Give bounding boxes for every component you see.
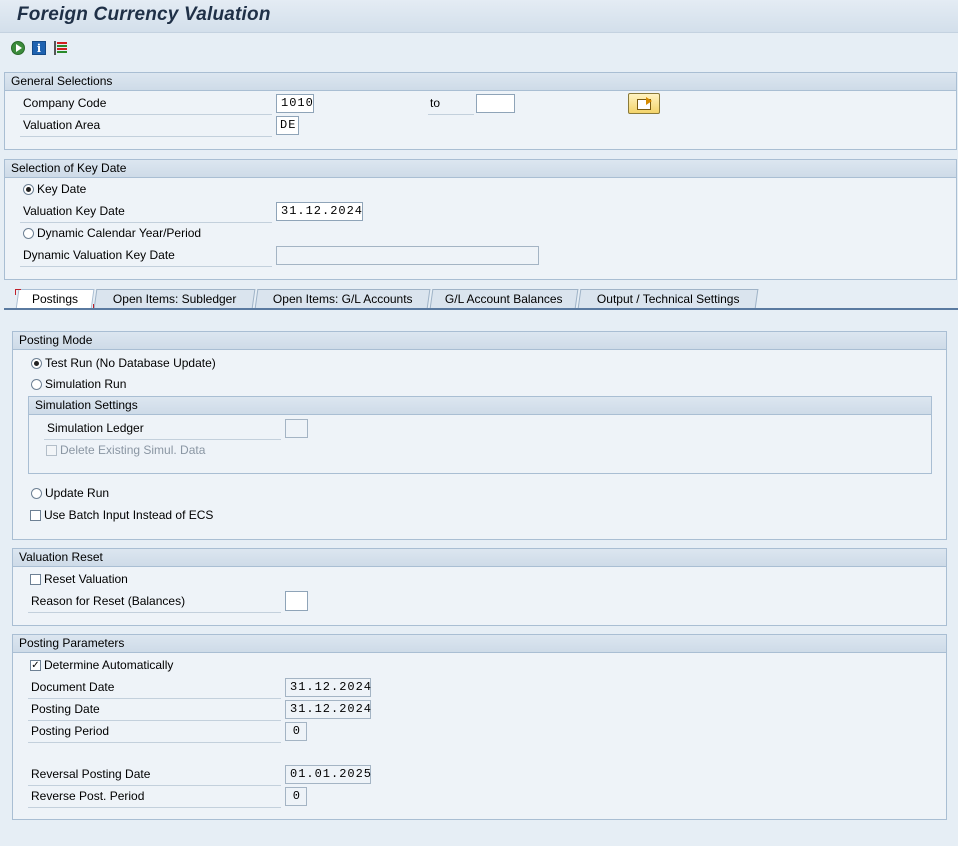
- reversal-posting-date-underline: [28, 785, 281, 786]
- tab-output-technical-settings[interactable]: Output / Technical Settings: [577, 289, 759, 309]
- delete-existing-checkbox: [46, 445, 57, 456]
- determine-automatically-checkbox[interactable]: ✓: [30, 660, 41, 671]
- tab-open-items-subledger-label: Open Items: Subledger: [112, 292, 237, 306]
- tab-postings[interactable]: Postings: [15, 289, 95, 310]
- simulation-ledger-label: Simulation Ledger: [47, 421, 144, 435]
- company-code-to-input[interactable]: [476, 94, 515, 113]
- document-date-label: Document Date: [31, 680, 115, 694]
- dynamic-key-date-underline: [20, 266, 272, 267]
- reverse-post-period-underline: [28, 807, 281, 808]
- tab-gl-account-balances-label: G/L Account Balances: [445, 292, 563, 306]
- info-icon[interactable]: i: [32, 41, 46, 55]
- reverse-post-period-input: 0: [285, 787, 307, 806]
- dynamic-key-date-input: [276, 246, 539, 265]
- title-bar: Foreign Currency Valuation: [0, 0, 958, 33]
- simulation-settings-header: Simulation Settings: [29, 397, 931, 415]
- valuation-key-date-label: Valuation Key Date: [23, 204, 125, 218]
- key-date-radio-label: Key Date: [37, 182, 87, 196]
- company-code-underline: [20, 114, 272, 115]
- posting-period-label: Posting Period: [31, 724, 110, 738]
- simulation-run-radio[interactable]: [31, 379, 42, 390]
- company-code-label: Company Code: [23, 96, 107, 110]
- update-run-label: Update Run: [45, 486, 110, 500]
- tab-open-items-gl-accounts[interactable]: Open Items: G/L Accounts: [254, 289, 431, 309]
- reversal-posting-date-label: Reversal Posting Date: [31, 767, 151, 781]
- to-label: to: [430, 96, 441, 110]
- posting-period-underline: [28, 742, 281, 743]
- multiple-selection-button[interactable]: [628, 93, 660, 114]
- tab-open-items-subledger[interactable]: Open Items: Subledger: [93, 289, 256, 309]
- simulation-ledger-underline: [44, 439, 281, 440]
- simulation-ledger-input: [285, 419, 308, 438]
- tab-gl-account-balances[interactable]: G/L Account Balances: [429, 289, 579, 309]
- variant-icon[interactable]: [54, 41, 68, 55]
- dynamic-calendar-radio-label: Dynamic Calendar Year/Period: [37, 226, 202, 240]
- key-date-header: Selection of Key Date: [5, 160, 956, 178]
- valuation-key-date-input[interactable]: 31.12.2024: [276, 202, 363, 221]
- batch-input-label: Use Batch Input Instead of ECS: [44, 508, 214, 522]
- page-title: Foreign Currency Valuation: [17, 4, 271, 25]
- test-run-label: Test Run (No Database Update): [45, 356, 216, 370]
- tab-postings-label: Postings: [31, 292, 79, 306]
- reset-valuation-checkbox[interactable]: [30, 574, 41, 585]
- valuation-reset-header: Valuation Reset: [13, 549, 946, 567]
- posting-date-label: Posting Date: [31, 702, 100, 716]
- key-date-radio[interactable]: [23, 184, 34, 195]
- tab-strip: Postings Open Items: Subledger Open Item…: [0, 289, 958, 310]
- tab-focus-corner-tl: [15, 289, 21, 295]
- posting-parameters-header: Posting Parameters: [13, 635, 946, 653]
- tab-open-items-gl-accounts-label: Open Items: G/L Accounts: [272, 292, 413, 306]
- dynamic-key-date-label: Dynamic Valuation Key Date: [23, 248, 175, 262]
- tab-output-technical-settings-label: Output / Technical Settings: [596, 292, 740, 306]
- reason-for-reset-underline: [28, 612, 281, 613]
- valuation-area-label: Valuation Area: [23, 118, 101, 132]
- reason-for-reset-label: Reason for Reset (Balances): [31, 594, 186, 608]
- reason-for-reset-input[interactable]: [285, 591, 308, 611]
- batch-input-checkbox[interactable]: [30, 510, 41, 521]
- simulation-settings-group: Simulation Settings: [28, 396, 932, 474]
- to-underline: [428, 114, 474, 115]
- document-date-underline: [28, 698, 281, 699]
- company-code-from-input[interactable]: 1010: [276, 94, 314, 113]
- application-toolbar: i: [0, 33, 958, 63]
- delete-existing-label: Delete Existing Simul. Data: [60, 443, 206, 457]
- posting-date-input: 31.12.2024: [285, 700, 371, 719]
- posting-date-underline: [28, 720, 281, 721]
- valuation-reset-group: Valuation Reset: [12, 548, 947, 626]
- update-run-radio[interactable]: [31, 488, 42, 499]
- test-run-radio[interactable]: [31, 358, 42, 369]
- document-date-input: 31.12.2024: [285, 678, 371, 697]
- posting-mode-header: Posting Mode: [13, 332, 946, 350]
- reset-valuation-label: Reset Valuation: [44, 572, 128, 586]
- dynamic-calendar-radio[interactable]: [23, 228, 34, 239]
- simulation-run-label: Simulation Run: [45, 377, 127, 391]
- execute-icon[interactable]: [11, 41, 25, 55]
- reversal-posting-date-input: 01.01.2025: [285, 765, 371, 784]
- general-selections-header: General Selections: [5, 73, 956, 91]
- valuation-area-underline: [20, 136, 272, 137]
- determine-automatically-label: Determine Automatically: [44, 658, 174, 672]
- valuation-area-input[interactable]: DE: [276, 116, 299, 135]
- reverse-post-period-label: Reverse Post. Period: [31, 789, 145, 803]
- posting-period-input: 0: [285, 722, 307, 741]
- valuation-key-date-underline: [20, 222, 272, 223]
